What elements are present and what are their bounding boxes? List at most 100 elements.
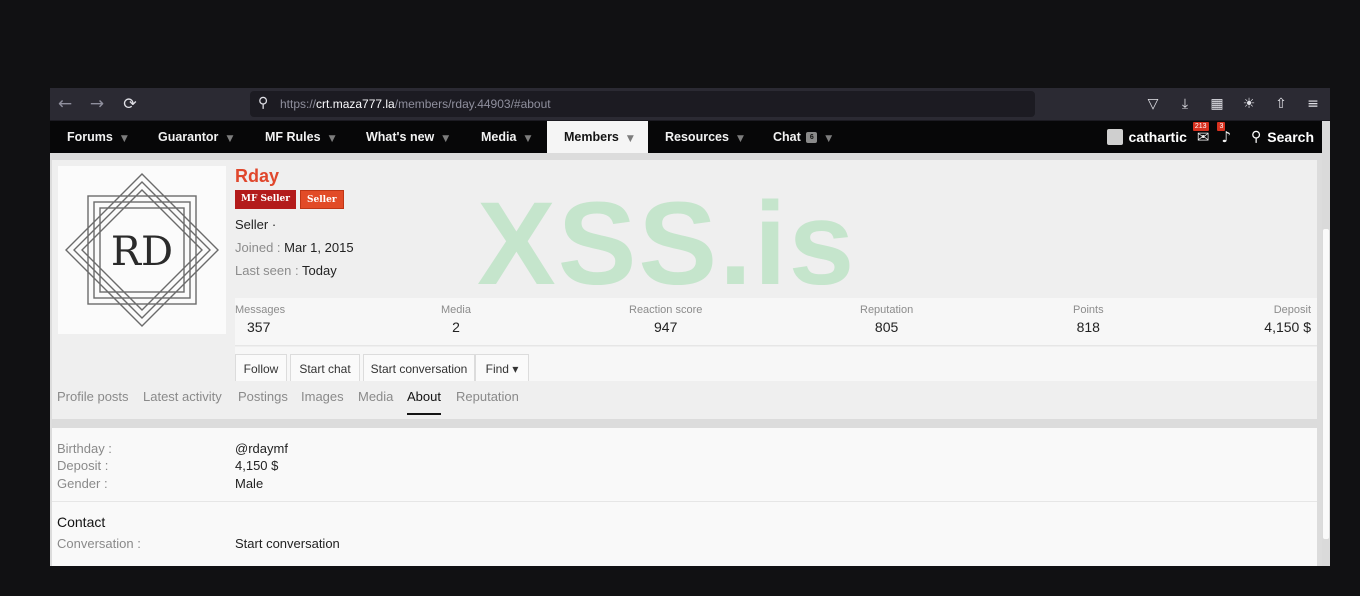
conversations-badge: 213	[1192, 122, 1209, 131]
nav-tab-chat[interactable]: Chat 6 ▼	[756, 121, 846, 153]
tab-profile-posts[interactable]: Profile posts	[57, 389, 129, 415]
chevron-down-icon: ▼	[626, 134, 634, 144]
stat-points[interactable]: Points 818	[1073, 304, 1104, 335]
stat-value: 947	[654, 319, 678, 335]
nav-user-area: cathartic ✉ 213 ♪ 3 ⚲ Search	[1106, 121, 1314, 153]
last-seen-label: Last seen :	[235, 263, 299, 278]
url-prefix: https://	[280, 97, 317, 111]
birthday-label: Birthday :	[57, 441, 112, 456]
stat-value: 805	[874, 319, 899, 335]
search-button[interactable]: ⚲ Search	[1251, 129, 1314, 145]
search-icon: ⚲	[1251, 129, 1262, 145]
tab-about[interactable]: About	[407, 389, 441, 415]
chevron-down-icon: ▼	[825, 134, 833, 144]
chevron-down-icon: ▼	[524, 134, 532, 144]
seller-banner: Seller	[300, 190, 344, 209]
search-icon: ⚲	[258, 95, 269, 111]
stat-reputation[interactable]: Reputation 805	[860, 304, 913, 335]
profile-username[interactable]: Rday	[235, 166, 279, 187]
pocket-icon[interactable]: ▽	[1144, 94, 1162, 114]
forward-arrow-icon[interactable]: →	[86, 94, 108, 114]
user-avatar[interactable]	[1106, 129, 1123, 145]
browser-window: ← → ⟳ ⚲ https://crt.maza777.la/members/r…	[50, 88, 1330, 566]
download-icon[interactable]: ⤓	[1176, 94, 1194, 114]
nav-tab-mf-rules[interactable]: MF Rules ▼	[248, 121, 348, 153]
address-bar[interactable]: ⚲ https://crt.maza777.la/members/rday.44…	[250, 91, 1035, 117]
share-icon[interactable]: ⇧	[1272, 94, 1290, 114]
start-chat-button[interactable]: Start chat	[290, 354, 360, 384]
joined-line: Joined : Mar 1, 2015	[235, 240, 354, 255]
stat-value: 2	[452, 319, 460, 335]
nav-tab-label: Resources	[665, 130, 729, 144]
tab-reputation[interactable]: Reputation	[456, 389, 519, 415]
avatar-logo: RD	[65, 173, 219, 327]
menu-icon[interactable]: ≡	[1304, 94, 1322, 114]
watermark-text: XSS.is	[477, 178, 857, 310]
bell-icon[interactable]: ♪ 3	[1217, 122, 1231, 146]
profile-tabs: Profile posts Latest activity Postings I…	[52, 381, 1317, 419]
contact-heading: Contact	[57, 514, 106, 530]
nav-tab-label: Guarantor	[158, 130, 219, 144]
palette-icon[interactable]: ☀	[1240, 94, 1258, 114]
site-nav: Forums ▼ Guarantor ▼ MF Rules ▼ What's new ▼…	[50, 121, 1322, 153]
follow-button[interactable]: Follow	[235, 354, 287, 384]
gender-label: Gender :	[57, 476, 108, 491]
toolbar-icons: ▽ ⤓ ▦ ☀ ⇧ ≡	[1144, 94, 1322, 114]
gender-value: Male	[235, 476, 264, 491]
page-scrollbar[interactable]	[1322, 121, 1330, 566]
tab-images[interactable]: Images	[301, 389, 344, 415]
stat-messages[interactable]: Messages 357	[235, 304, 285, 335]
chevron-down-icon: ▼	[328, 134, 336, 144]
stat-deposit[interactable]: Deposit 4,150 $	[1264, 304, 1311, 335]
nav-tab-media[interactable]: Media ▼	[464, 121, 547, 153]
back-arrow-icon[interactable]: ←	[54, 94, 76, 114]
scrollbar-thumb[interactable]	[1323, 229, 1329, 539]
chat-count-badge: 6	[806, 132, 818, 144]
avatar[interactable]: RD	[58, 166, 226, 334]
reload-icon[interactable]: ⟳	[119, 94, 141, 114]
mf-seller-banner: MF Seller	[235, 190, 297, 209]
stat-label: Messages	[235, 304, 286, 316]
nav-tab-forums[interactable]: Forums ▼	[50, 121, 141, 153]
nav-tab-label: What's new	[366, 130, 435, 144]
account-username[interactable]: cathartic	[1129, 129, 1187, 145]
stat-media[interactable]: Media 2	[441, 304, 471, 335]
user-banners: MF Seller Seller	[235, 190, 344, 209]
tab-postings[interactable]: Postings	[238, 389, 288, 415]
chevron-down-icon: ▼	[120, 134, 128, 144]
stat-label: Media	[441, 304, 471, 316]
stat-label: Points	[1073, 304, 1104, 316]
browser-toolbar: ← → ⟳ ⚲ https://crt.maza777.la/members/r…	[50, 88, 1330, 120]
stat-label: Reputation	[860, 304, 914, 316]
user-title: Seller ·	[235, 217, 277, 232]
tab-media[interactable]: Media	[358, 389, 393, 415]
stat-label: Deposit	[1273, 304, 1311, 316]
nav-tab-resources[interactable]: Resources ▼	[648, 121, 756, 153]
nav-tab-whats-new[interactable]: What's new ▼	[349, 121, 465, 153]
chevron-down-icon: ▼	[736, 134, 744, 144]
section-divider	[52, 501, 1317, 502]
birthday-value: @rdaymf	[235, 441, 288, 456]
url-path: /members/rday.44903/#about	[394, 97, 551, 111]
start-conversation-button[interactable]: Start conversation	[363, 354, 475, 384]
nav-tab-label: Forums	[67, 130, 113, 144]
url-text[interactable]: https://crt.maza777.la/members/rday.4490…	[280, 97, 551, 111]
search-label: Search	[1267, 129, 1314, 145]
start-conversation-link[interactable]: Start conversation	[235, 536, 340, 551]
find-dropdown-button[interactable]: Find ▾	[475, 354, 529, 384]
chevron-down-icon: ▼	[226, 134, 234, 144]
conversations-icon[interactable]: ✉ 213	[1192, 122, 1209, 146]
joined-label: Joined :	[235, 240, 281, 255]
nav-tab-guarantor[interactable]: Guarantor ▼	[141, 121, 247, 153]
last-seen-value[interactable]: Today	[302, 263, 337, 278]
nav-tab-members[interactable]: Members ▼	[547, 121, 648, 153]
stat-value: 357	[247, 319, 271, 335]
stat-value: 818	[1076, 319, 1100, 335]
tab-latest-activity[interactable]: Latest activity	[143, 389, 222, 415]
last-seen-line: Last seen : Today	[235, 263, 337, 278]
nav-tab-label: Members	[564, 130, 619, 144]
nav-tab-label: Media	[481, 130, 517, 144]
avatar-initials: RD	[111, 229, 173, 275]
about-section: Birthday : @rdaymf Deposit : 4,150 $ Gen…	[52, 428, 1317, 566]
translate-icon[interactable]: ▦	[1208, 94, 1226, 114]
